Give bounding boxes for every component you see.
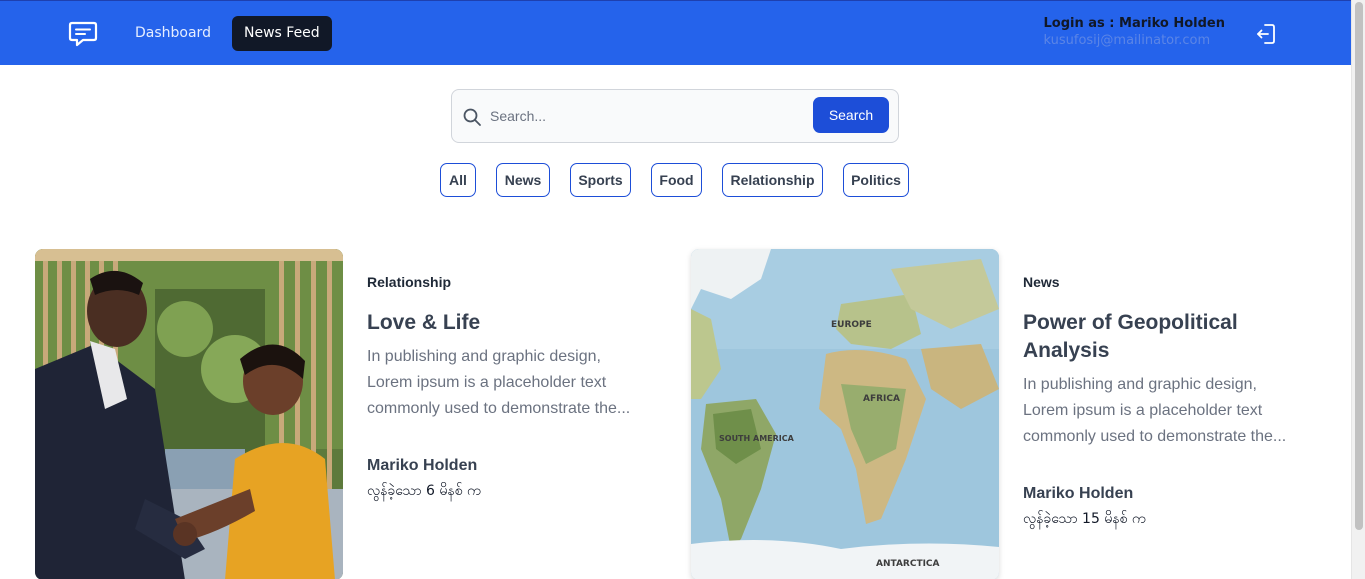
logout-icon[interactable] [1254, 22, 1278, 46]
map-label-europe: EUROPE [831, 320, 872, 330]
filter-food[interactable]: Food [651, 163, 702, 197]
scrollbar-thumb[interactable] [1355, 2, 1363, 530]
nav-dashboard-link[interactable]: Dashboard [123, 16, 223, 51]
user-info: Login as : Mariko Holden kusufosij@maili… [1044, 15, 1226, 50]
filter-all[interactable]: All [440, 163, 476, 197]
search-bar: Search [451, 89, 899, 143]
login-user-name: Login as : Mariko Holden [1043, 16, 1226, 31]
login-user-email: kusufosij@mailinator.com [1043, 33, 1211, 48]
search-button[interactable]: Search [813, 97, 889, 133]
filter-sports[interactable]: Sports [570, 163, 631, 197]
post-card-1[interactable]: Relationship Love & Life In publishing a… [367, 270, 637, 502]
post-category: Relationship [367, 274, 452, 290]
page-scrollbar[interactable] [1351, 0, 1365, 579]
map-label-antarctica: ANTARCTICA [876, 559, 940, 569]
filter-news[interactable]: News [496, 163, 550, 197]
map-label-south-america: SOUTH AMERICA [719, 434, 795, 443]
post-time: လွန်ခဲ့သော 15 မိနစ် က [1023, 511, 1146, 527]
post-card-2[interactable]: News Power of Geopolitical Analysis In p… [1023, 270, 1293, 530]
filter-relationship[interactable]: Relationship [722, 163, 823, 197]
post-image-couple[interactable] [35, 249, 343, 579]
post-author: Mariko Holden [367, 457, 478, 474]
top-navbar: Dashboard News Feed Login as : Mariko Ho… [0, 0, 1351, 65]
search-input[interactable] [490, 100, 810, 132]
map-label-africa: AFRICA [863, 394, 900, 404]
post-description: In publishing and graphic design, Lorem … [367, 348, 631, 417]
filter-politics[interactable]: Politics [843, 163, 909, 197]
post-category: News [1023, 274, 1060, 290]
post-title[interactable]: Love & Life [367, 309, 637, 337]
nav-newsfeed-link[interactable]: News Feed [232, 16, 332, 51]
search-icon [463, 108, 481, 126]
chat-bubble-icon[interactable] [68, 20, 98, 48]
post-description: In publishing and graphic design, Lorem … [1023, 376, 1287, 445]
post-image-world-map[interactable]: EUROPE AFRICA SOUTH AMERICA ANTARCTICA [691, 249, 999, 579]
post-author: Mariko Holden [1023, 485, 1134, 502]
post-title[interactable]: Power of Geopolitical Analysis [1023, 309, 1293, 365]
post-time: လွန်ခဲ့သော 6 မိနစ် က [367, 483, 481, 499]
